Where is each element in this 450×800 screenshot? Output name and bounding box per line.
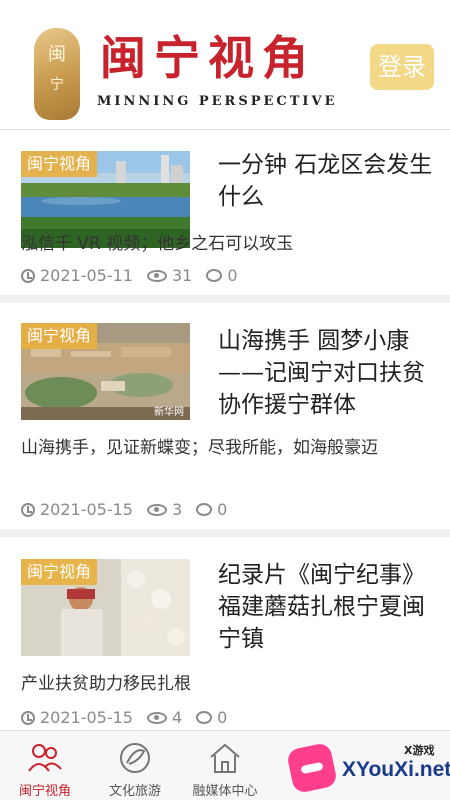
brand-title: 闽宁视角 bbox=[100, 31, 316, 85]
view-count: 3 bbox=[171, 500, 183, 519]
article-meta: 2021-05-11 31 0 bbox=[21, 266, 238, 285]
article-card[interactable]: 闽宁视角 一分钟 石龙区会发生什么 泓信千 VR 视频；他乡之石可以攻玉 202… bbox=[0, 131, 450, 303]
login-button[interactable]: 登录 bbox=[370, 44, 434, 90]
tab-label: 文化旅游 bbox=[108, 784, 161, 799]
thumbnail-tag: 闽宁视角 bbox=[21, 559, 98, 585]
article-meta: 2021-05-15 4 0 bbox=[21, 708, 227, 727]
tab-minning-perspective[interactable]: 闽宁视角 bbox=[0, 731, 90, 800]
article-summary: 产业扶贫助力移民扎根 bbox=[21, 674, 191, 694]
article-summary: 山海携手，见证新蝶变；尽我所能，如海般豪迈 bbox=[21, 438, 378, 458]
tab-culture-tourism[interactable]: 文化旅游 bbox=[90, 731, 180, 800]
eye-icon bbox=[146, 711, 167, 724]
home-icon bbox=[210, 743, 240, 773]
view-count: 31 bbox=[171, 266, 193, 285]
article-thumbnail: 闽宁视角 新华网 bbox=[21, 323, 190, 420]
article-meta: 2021-05-15 3 0 bbox=[21, 500, 227, 519]
people-icon bbox=[28, 744, 62, 772]
article-summary: 泓信千 VR 视频；他乡之石可以攻玉 bbox=[21, 234, 294, 254]
comment-icon bbox=[196, 711, 213, 724]
image-watermark: 新华网 bbox=[154, 407, 184, 418]
publish-date: 2021-05-11 bbox=[40, 266, 133, 285]
publish-date: 2021-05-15 bbox=[40, 500, 133, 519]
article-title[interactable]: 纪录片《闽宁纪事》 福建蘑菇扎根宁夏闽宁镇 bbox=[218, 559, 434, 655]
comment-count: 0 bbox=[217, 708, 228, 727]
thumbnail-tag: 闽宁视角 bbox=[21, 323, 98, 349]
article-card[interactable]: 闽宁视角 纪录片《闽宁纪事》 福建蘑菇扎根宁夏闽宁镇 产业扶贫助力移民扎根 20… bbox=[0, 537, 450, 730]
leaf-badge-icon bbox=[120, 743, 150, 773]
article-thumbnail: 闽宁视角 bbox=[21, 559, 190, 656]
comment-count: 0 bbox=[227, 266, 238, 285]
seal-text-top: 闽 bbox=[48, 44, 66, 65]
tab-label: 融媒体中心 bbox=[192, 784, 258, 799]
article-card[interactable]: 闽宁视角 新华网 山海携手 圆梦小康——记闽宁对口扶贫协作援宁群体 山海携手，见… bbox=[0, 303, 450, 537]
clock-icon bbox=[21, 268, 35, 283]
site-watermark: X游戏 XYouXi.net bbox=[285, 740, 450, 800]
seal-logo: 闽 宁 bbox=[34, 28, 80, 120]
publish-date: 2021-05-15 bbox=[40, 708, 133, 727]
app-header: 闽 宁 闽宁视角 MINNING PERSPECTIVE 登录 bbox=[0, 0, 450, 130]
watermark-small-text: X游戏 bbox=[404, 744, 435, 757]
view-count: 4 bbox=[171, 708, 183, 727]
watermark-text: XYouXi.net bbox=[342, 758, 450, 781]
comment-icon bbox=[196, 503, 213, 516]
brand-subtitle: MINNING PERSPECTIVE bbox=[97, 94, 338, 109]
eye-icon bbox=[146, 269, 167, 282]
thumbnail-tag: 闽宁视角 bbox=[21, 151, 98, 177]
eye-icon bbox=[146, 503, 167, 516]
article-title[interactable]: 一分钟 石龙区会发生什么 bbox=[218, 149, 434, 213]
tab-label: 闽宁视角 bbox=[18, 784, 71, 799]
tab-media-center[interactable]: 融媒体中心 bbox=[180, 731, 270, 800]
article-title[interactable]: 山海携手 圆梦小康——记闽宁对口扶贫协作援宁群体 bbox=[218, 325, 434, 421]
gamepad-icon bbox=[285, 741, 339, 795]
comment-count: 0 bbox=[217, 500, 228, 519]
clock-icon bbox=[21, 710, 35, 725]
seal-text-bottom: 宁 bbox=[50, 77, 64, 93]
clock-icon bbox=[21, 502, 35, 517]
comment-icon bbox=[206, 269, 223, 282]
